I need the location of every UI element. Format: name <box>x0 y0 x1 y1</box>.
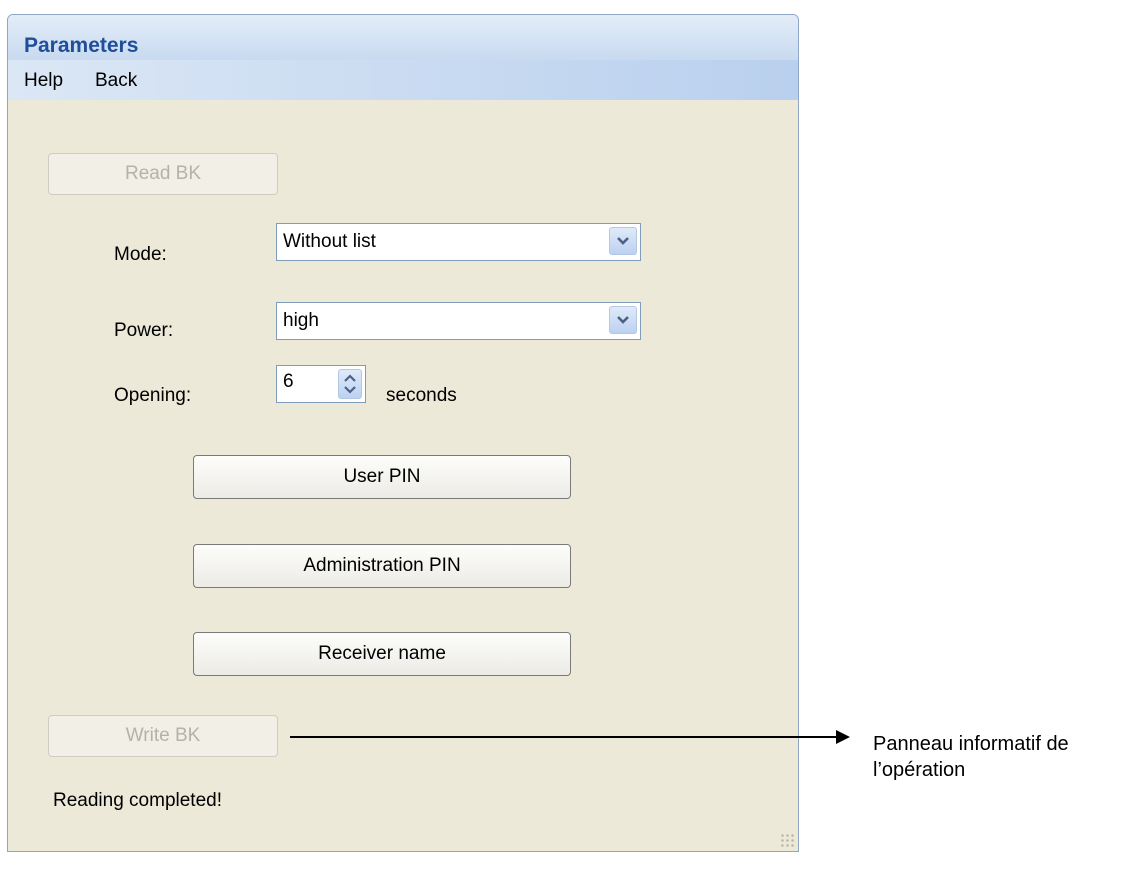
status-message: Reading completed! <box>53 790 222 811</box>
opening-value: 6 <box>283 371 294 392</box>
menu-back[interactable]: Back <box>95 70 137 92</box>
write-bk-button[interactable]: Write BK <box>48 715 278 757</box>
menu-help[interactable]: Help <box>24 70 63 92</box>
spin-up-down-icon[interactable] <box>338 369 362 399</box>
mode-label: Mode: <box>114 244 167 265</box>
power-label: Power: <box>114 320 174 341</box>
annotation-line-1: Panneau informatif de <box>873 733 1069 755</box>
annotation-line-2: l’opération <box>873 759 966 781</box>
opening-label: Opening: <box>114 385 192 406</box>
power-select[interactable]: high <box>276 302 641 340</box>
mode-select[interactable]: Without list <box>276 223 641 261</box>
annotation-line <box>290 736 838 738</box>
opening-unit: seconds <box>386 385 457 406</box>
annotation-text: Panneau informatif de l’opération <box>873 731 1133 783</box>
power-value: high <box>283 310 319 331</box>
administration-pin-button[interactable]: Administration PIN <box>193 544 571 588</box>
title-bar: Parameters <box>8 15 798 60</box>
opening-spinner[interactable]: 6 <box>276 365 366 403</box>
annotation-arrow-icon <box>836 730 850 744</box>
parameters-window: Parameters Help Back Read BK Mode: Witho… <box>7 14 799 852</box>
chevron-down-icon[interactable] <box>609 227 637 255</box>
resize-grip-icon[interactable] <box>780 833 794 847</box>
receiver-name-button[interactable]: Receiver name <box>193 632 571 676</box>
menu-bar: Help Back <box>8 60 798 100</box>
read-bk-button[interactable]: Read BK <box>48 153 278 195</box>
chevron-down-icon[interactable] <box>609 306 637 334</box>
window-title: Parameters <box>24 34 139 57</box>
user-pin-button[interactable]: User PIN <box>193 455 571 499</box>
mode-value: Without list <box>283 231 376 252</box>
